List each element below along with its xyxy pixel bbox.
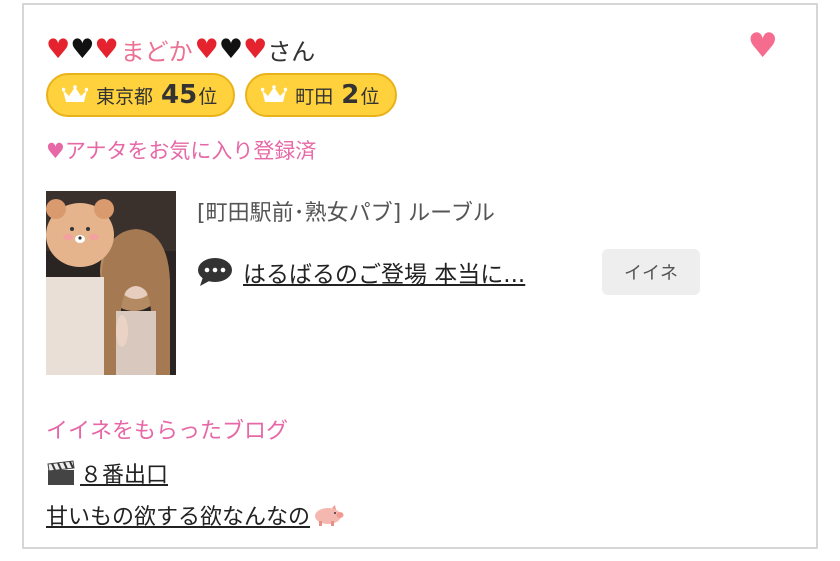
profile-photo-image (46, 191, 176, 375)
ranking-badge-machida[interactable]: 町田 2 位 (245, 73, 398, 117)
black-heart-icon: ♥ (70, 33, 95, 65)
crown-icon (261, 85, 288, 102)
red-heart-icon: ♥ (94, 33, 119, 65)
badge-unit: 位 (198, 85, 218, 108)
badge-area: 町田 (295, 85, 334, 108)
favorite-status: ♥アナタをお気に入り登録済 (46, 139, 317, 163)
crown-icon (62, 85, 88, 102)
red-heart-icon: ♥ (194, 33, 219, 65)
badge-rank: 45 (161, 80, 198, 110)
ranking-badges: 東京都 45 位 町田 2 位 (46, 73, 398, 117)
name-suffix: さん (267, 37, 316, 66)
like-button[interactable]: イイネ (602, 249, 700, 295)
latest-post: はるばるのご登場 本当に... (197, 255, 525, 289)
liked-blogs-heading: イイネをもらったブログ (46, 419, 289, 444)
blog-title: 甘いもの欲する欲なんなの (46, 505, 311, 530)
favorite-heart-icon[interactable]: ♥ (748, 29, 778, 63)
red-heart-icon: ♥ (46, 33, 71, 65)
blog-link[interactable]: ８番出口 (46, 457, 168, 489)
blog-title: ８番出口 (80, 463, 169, 488)
red-heart-icon: ♥ (243, 33, 268, 65)
badge-unit: 位 (360, 85, 380, 108)
blog-link[interactable]: 甘いもの欲する欲なんなの (46, 499, 344, 531)
post-title-link[interactable]: はるばるのご登場 本当に... (243, 255, 525, 289)
profile-card: ♥ ♥ ♥ まどか ♥ ♥ ♥ さん ♥ 東京都 45 位 町田 2 位 ♥アナ… (22, 3, 818, 549)
ranking-badge-tokyo[interactable]: 東京都 45 位 (46, 73, 236, 117)
speech-bubble-icon (198, 258, 232, 286)
badge-rank: 2 (341, 80, 360, 110)
pig-icon (315, 505, 344, 526)
profile-name-row: ♥ ♥ ♥ まどか ♥ ♥ ♥ さん (46, 29, 315, 69)
badge-area: 東京都 (96, 85, 154, 108)
profile-photo[interactable] (46, 191, 176, 375)
profile-name: まどか (120, 37, 193, 66)
black-heart-icon: ♥ (218, 33, 244, 65)
shop-name: [町田駅前･熟女パブ] ルーブル (197, 201, 495, 226)
clapper-board-icon (47, 460, 75, 485)
